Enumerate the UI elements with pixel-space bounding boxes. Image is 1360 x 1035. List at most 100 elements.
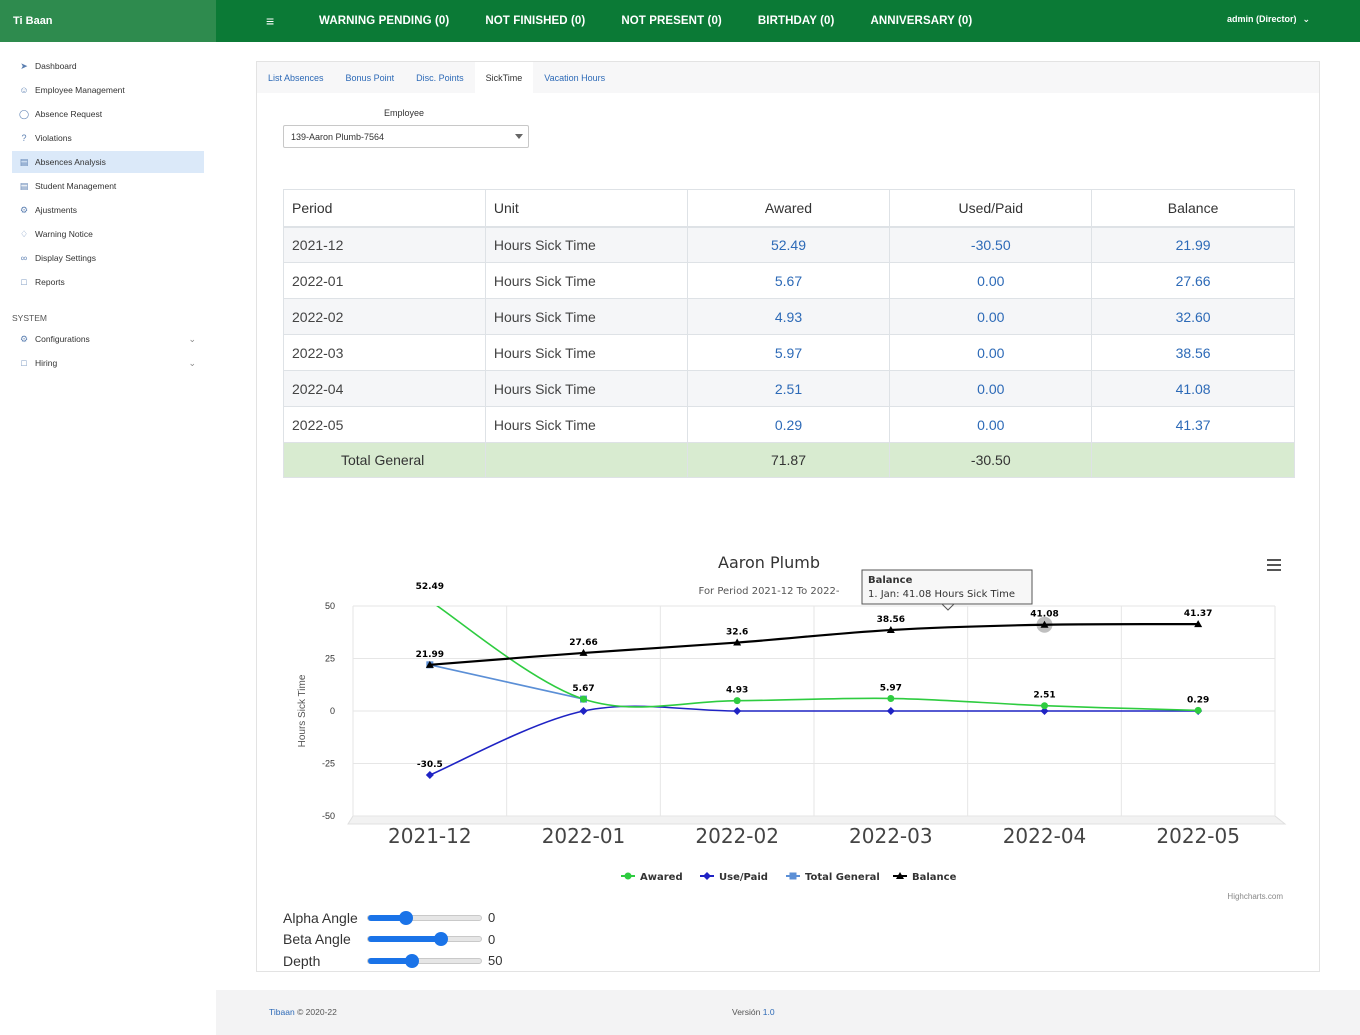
employee-label: Employee [384, 108, 425, 118]
chevron-down-icon: ⌄ [188, 333, 196, 344]
sidebar-item-display-settings[interactable]: ∞ Display Settings [12, 247, 204, 269]
sidebar-item-dashboard[interactable]: ➤ Dashboard [12, 55, 204, 77]
cell-used-paid[interactable]: 0.00 [889, 370, 1093, 407]
bell-icon: ♢ [19, 229, 29, 239]
data-point [733, 707, 742, 715]
alpha-angle-slider[interactable] [367, 910, 482, 925]
cell-used-paid[interactable]: 0.00 [889, 406, 1093, 443]
tab-vacation-hours[interactable]: Vacation Hours [533, 62, 616, 93]
sidebar-item-absence-request[interactable]: ◯ Absence Request [12, 103, 204, 125]
nav-not-present[interactable]: NOT PRESENT (0) [621, 15, 722, 27]
col-unit[interactable]: Unit [484, 189, 688, 228]
tooltip-pointer [940, 603, 956, 611]
sidebar-item-label: Violations [35, 133, 72, 143]
sidebar-item-configurations[interactable]: ⚙ Configurations ⌄ [12, 328, 204, 350]
data-point [580, 695, 587, 703]
slider-row-alpha: Alpha Angle 0 [283, 907, 502, 929]
sidebar-item-violations[interactable]: ? Violations [12, 127, 204, 149]
nav-not-finished[interactable]: NOT FINISHED (0) [485, 15, 585, 27]
sicktime-table: Period Unit Awared Used/Paid Balance 202… [283, 189, 1295, 478]
sidebar-item-employee-management[interactable]: ☺ Employee Management [12, 79, 204, 101]
sidebar-item-student-management[interactable]: ▤ Student Management [12, 175, 204, 197]
cell-used-paid[interactable]: 0.00 [889, 262, 1093, 299]
chart-floor [347, 815, 1287, 825]
legend-marker [624, 872, 632, 880]
footer-brand-link[interactable]: Tibaan [269, 1007, 295, 1017]
x-tick-label: 2022-04 [1003, 824, 1087, 848]
total-label: Total General [283, 442, 486, 478]
cell-awared[interactable]: 5.67 [686, 262, 891, 299]
slider-thumb[interactable] [434, 932, 449, 947]
user-menu[interactable]: admin (Director) ⌄ [1227, 14, 1310, 25]
chevron-down-icon: ⌄ [1302, 14, 1310, 24]
bar-chart-icon: ▤ [19, 157, 29, 167]
table-total-row: Total General 71.87 -30.50 [283, 442, 1295, 478]
col-period[interactable]: Period [283, 189, 486, 228]
tab-list-absences[interactable]: List Absences [257, 62, 335, 93]
data-label: 21.99 [416, 650, 444, 660]
footer-copyright-text: © 2020-22 [297, 1007, 337, 1017]
file-icon: □ [21, 277, 27, 287]
brand-logo[interactable]: Ti Baan [0, 0, 216, 42]
sidebar-item-label: Student Management [35, 181, 117, 191]
nav-warning-pending[interactable]: WARNING PENDING (0) [319, 15, 449, 27]
menu-toggle-icon[interactable]: ≡ [266, 13, 278, 29]
table-row: 2022-04 Hours Sick Time 2.51 0.00 41.08 [283, 370, 1295, 407]
chart-context-menu-icon[interactable] [1267, 559, 1281, 571]
sidebar-item-label: Warning Notice [35, 229, 93, 239]
sidebar-item-label: Absences Analysis [35, 157, 106, 167]
cell-awared[interactable]: 5.97 [686, 334, 891, 371]
sidebar-item-warning-notice[interactable]: ♢ Warning Notice [12, 223, 204, 245]
nav-anniversary[interactable]: ANNIVERSARY (0) [870, 15, 972, 27]
tab-disc-points[interactable]: Disc. Points [405, 62, 475, 93]
cell-awared[interactable]: 4.93 [686, 298, 891, 335]
nav-birthday[interactable]: BIRTHDAY (0) [758, 15, 835, 27]
total-balance [1091, 442, 1295, 478]
cell-balance[interactable]: 32.60 [1091, 298, 1295, 335]
cell-used-paid[interactable]: 0.00 [889, 334, 1093, 371]
clock-icon: ◯ [19, 109, 30, 119]
data-label: 32.6 [726, 628, 748, 638]
cell-balance[interactable]: 27.66 [1091, 262, 1295, 299]
sidebar-item-reports[interactable]: □ Reports [12, 271, 204, 293]
cell-unit: Hours Sick Time [484, 334, 688, 371]
legend-item-balance: Balance [912, 872, 957, 883]
cell-balance[interactable]: 38.56 [1091, 334, 1295, 371]
y-tick-label: -50 [322, 811, 335, 821]
cell-used-paid[interactable]: -30.50 [889, 226, 1093, 263]
cell-awared[interactable]: 52.49 [686, 226, 891, 263]
cell-balance[interactable]: 21.99 [1091, 226, 1295, 263]
slider-thumb[interactable] [405, 953, 420, 968]
sidebar-section-system: SYSTEM [12, 313, 47, 323]
col-balance[interactable]: Balance [1091, 189, 1295, 228]
y-tick-label: 50 [325, 601, 335, 611]
top-navbar: Ti Baan ≡ WARNING PENDING (0) NOT FINISH… [0, 0, 1360, 42]
legend-item-use-paid: Use/Paid [719, 872, 768, 883]
legend-item-awared: Awared [640, 872, 683, 883]
slider-thumb[interactable] [399, 910, 414, 925]
main-card: List Absences Bonus Point Disc. Points S… [256, 61, 1320, 972]
sidebar-item-absences-analysis[interactable]: ▤ Absences Analysis [12, 151, 204, 173]
sicktime-chart[interactable]: 50 25 0 -25 -50 2021-12 2022-01 2022-02 2022-03 2… [287, 546, 1317, 906]
tab-bonus-point[interactable]: Bonus Point [335, 62, 406, 93]
cell-used-paid[interactable]: 0.00 [889, 298, 1093, 335]
employee-select[interactable]: 139-Aaron Plumb-7564 [283, 125, 529, 148]
data-label: 27.66 [569, 638, 597, 648]
data-label: -30.5 [417, 760, 443, 770]
cell-balance[interactable]: 41.37 [1091, 406, 1295, 443]
chart-credits: Highcharts.com [1227, 892, 1283, 901]
beta-angle-slider[interactable] [367, 932, 482, 947]
col-used-paid[interactable]: Used/Paid [889, 189, 1093, 228]
sidebar-item-ajustments[interactable]: ⚙ Ajustments [12, 199, 204, 221]
col-awared[interactable]: Awared [686, 189, 891, 228]
tab-sicktime[interactable]: SickTime [474, 62, 534, 93]
cell-awared[interactable]: 0.29 [686, 406, 891, 443]
footer-copyright: Tibaan © 2020-22 [269, 1007, 337, 1017]
bar-chart-icon: ▤ [19, 181, 29, 191]
sidebar-item-hiring[interactable]: □ Hiring ⌄ [12, 352, 204, 374]
total-unit [484, 442, 688, 478]
depth-slider[interactable] [367, 953, 482, 968]
data-point [579, 707, 588, 715]
cell-balance[interactable]: 41.08 [1091, 370, 1295, 407]
cell-awared[interactable]: 2.51 [686, 370, 891, 407]
